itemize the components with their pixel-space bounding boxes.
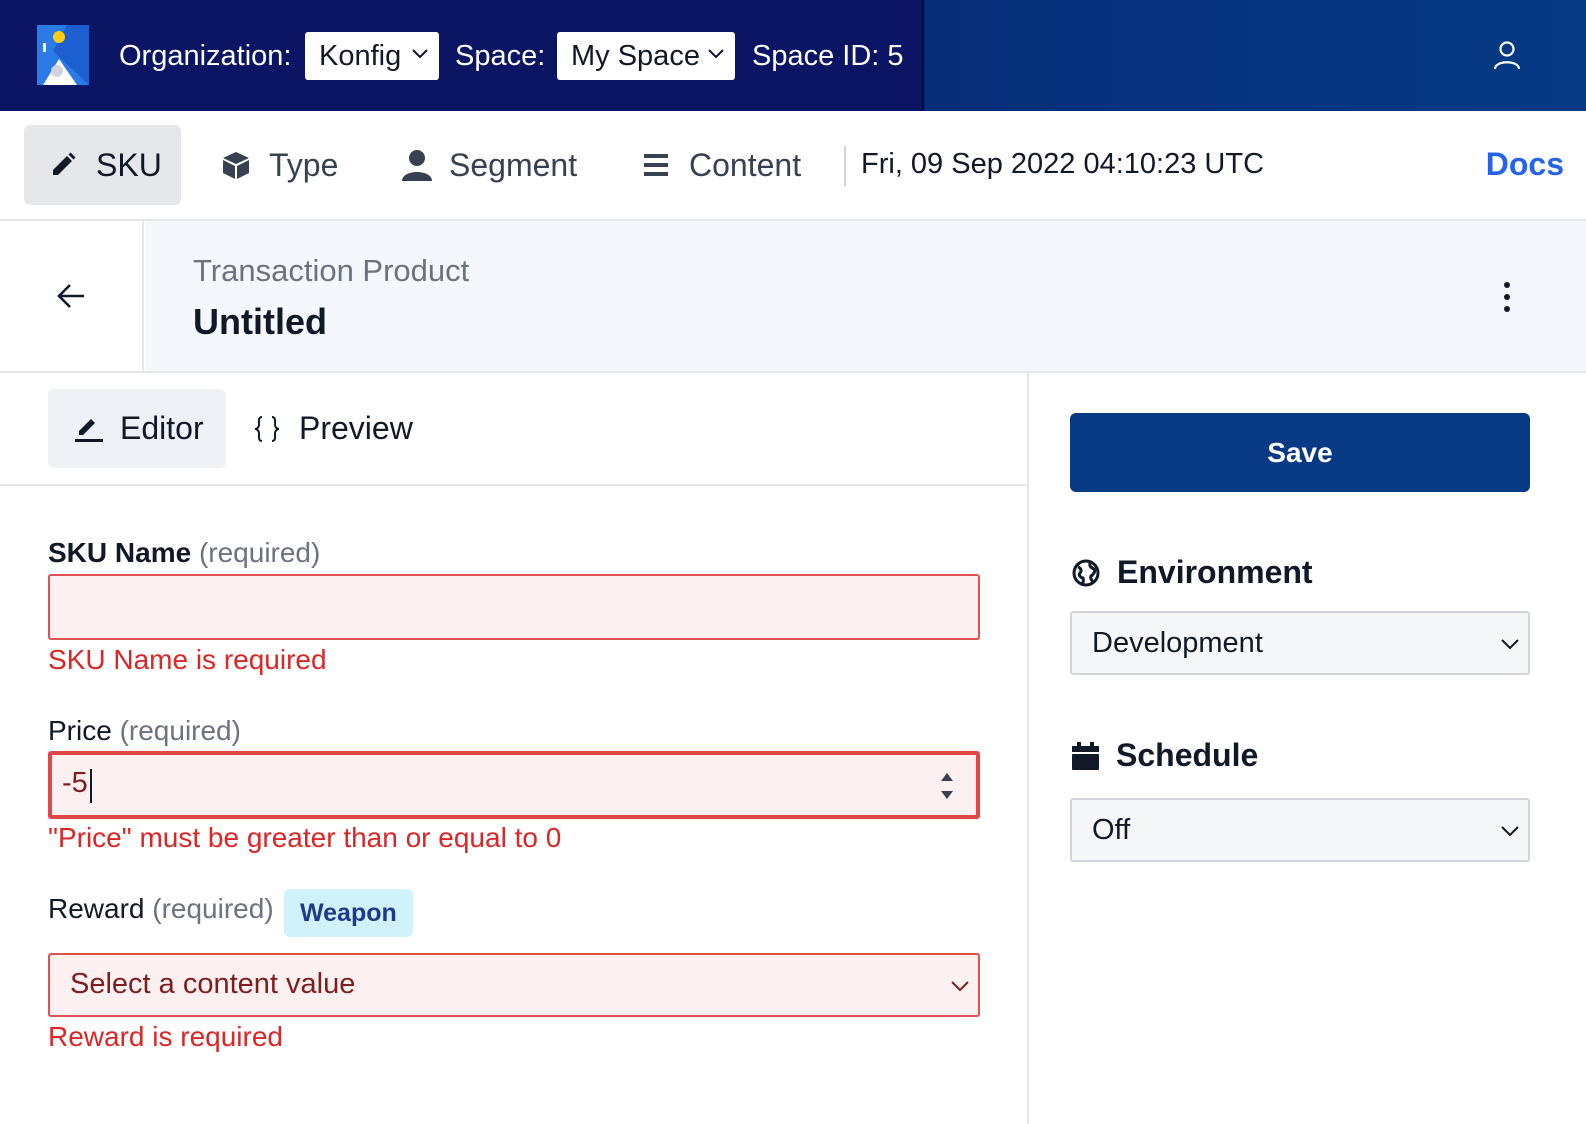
- main-nav: SKU Type Segment Content Fri, 09 Sep 202…: [0, 111, 1586, 221]
- top-bar: Organization: Konfig Space: My Space Spa…: [0, 0, 1586, 111]
- reward-label-text: Reward: [48, 893, 145, 924]
- arrow-left-icon: [57, 284, 84, 308]
- nav-item-label: SKU: [96, 146, 162, 183]
- environment-value: Development: [1092, 627, 1263, 659]
- price-value: -5: [62, 767, 88, 799]
- environment-heading: Environment: [1072, 554, 1313, 591]
- nav-item-label: Type: [269, 146, 339, 183]
- schedule-value: Off: [1092, 814, 1131, 846]
- edit-icon: [75, 418, 103, 442]
- sku-name-label-text: SKU Name: [48, 537, 192, 568]
- list-icon: [644, 154, 668, 176]
- required-hint: (required): [198, 537, 321, 568]
- space-value: My Space: [571, 40, 700, 72]
- sku-name-error: SKU Name is required: [48, 644, 327, 675]
- nav-item-label: Content: [689, 146, 802, 183]
- user-account-icon[interactable]: [1492, 40, 1522, 70]
- reward-error: Reward is required: [48, 1021, 283, 1052]
- calendar-icon: [1072, 741, 1099, 770]
- cube-icon: [223, 152, 249, 179]
- chevron-down-icon: [951, 981, 969, 992]
- tab-label: Preview: [299, 410, 413, 446]
- konfig-logo-icon[interactable]: [37, 25, 89, 85]
- top-bar-divider: [922, 0, 924, 111]
- space-id: Space ID: 5: [752, 40, 904, 72]
- reward-select-value: Select a content value: [70, 968, 356, 1000]
- environment-heading-text: Environment: [1117, 554, 1313, 590]
- title-area: Transaction Product Untitled: [146, 221, 1586, 371]
- organization-select[interactable]: Konfig: [305, 32, 439, 80]
- nav-separator: [844, 146, 846, 186]
- schedule-heading: Schedule: [1072, 737, 1258, 774]
- schedule-heading-text: Schedule: [1116, 737, 1259, 773]
- environment-select[interactable]: Development: [1070, 611, 1530, 675]
- nav-item-label: Segment: [449, 146, 578, 183]
- reward-label: Reward (required): [48, 893, 274, 925]
- tab-editor[interactable]: Editor: [48, 389, 226, 468]
- chevron-down-icon: [1501, 639, 1519, 650]
- price-error: "Price" must be greater than or equal to…: [48, 822, 562, 853]
- page-subtitle: Transaction Product: [193, 253, 470, 288]
- number-stepper-icon[interactable]: [938, 768, 956, 804]
- price-label-text: Price: [48, 715, 112, 746]
- globe-icon: [1072, 559, 1100, 586]
- nav-item-sku[interactable]: SKU: [24, 125, 181, 205]
- nav-item-segment[interactable]: Segment: [401, 125, 587, 205]
- schedule-select[interactable]: Off: [1070, 798, 1530, 862]
- organization-value: Konfig: [319, 40, 402, 72]
- required-hint: (required): [119, 715, 241, 746]
- sku-name-label: SKU Name (required): [48, 537, 320, 569]
- required-hint: (required): [152, 893, 274, 924]
- user-icon: [402, 150, 432, 181]
- back-button[interactable]: [0, 221, 144, 371]
- editor-tabs: Editor Preview: [0, 373, 1029, 486]
- page-title: Untitled: [193, 301, 327, 342]
- chevron-down-icon: [412, 49, 428, 59]
- price-label: Price (required): [48, 715, 241, 747]
- space-label: Space:: [455, 40, 546, 72]
- pencil-icon: [53, 152, 76, 175]
- tab-preview[interactable]: Preview: [254, 389, 413, 468]
- page-header: Transaction Product Untitled: [0, 221, 1586, 373]
- chevron-down-icon: [708, 49, 724, 59]
- sku-name-input[interactable]: [48, 574, 980, 640]
- chevron-down-icon: [1501, 826, 1519, 837]
- text-caret: [90, 769, 92, 803]
- server-datetime: Fri, 09 Sep 2022 04:10:23 UTC: [861, 148, 1265, 180]
- more-options-icon[interactable]: [1500, 281, 1514, 313]
- price-input[interactable]: -5: [48, 751, 980, 819]
- nav-item-type[interactable]: Type: [221, 125, 348, 205]
- nav-item-content[interactable]: Content: [644, 125, 811, 205]
- reward-select[interactable]: Select a content value: [48, 953, 980, 1017]
- docs-link[interactable]: Docs: [1486, 146, 1564, 183]
- save-button[interactable]: Save: [1070, 413, 1530, 492]
- braces-icon: [254, 415, 280, 442]
- space-select[interactable]: My Space: [557, 32, 735, 80]
- tab-label: Editor: [120, 410, 204, 446]
- organization-label: Organization:: [119, 40, 292, 72]
- reward-type-badge: Weapon: [284, 889, 413, 937]
